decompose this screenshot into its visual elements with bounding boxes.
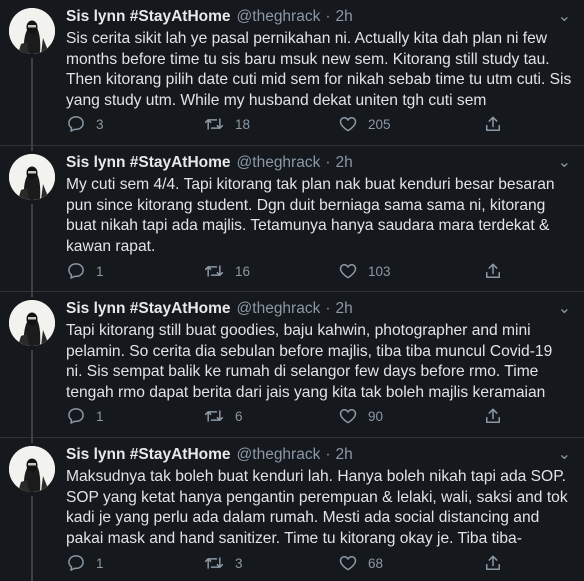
reply-button[interactable]: 1 — [66, 553, 203, 573]
reply-button[interactable]: 1 — [66, 406, 203, 426]
heart-icon — [339, 556, 357, 571]
tweet-text: My cuti sem 4/4. Tapi kitorang tak plan … — [66, 176, 555, 255]
tweet[interactable]: Sis lynn #StayAtHome @theghrack · 2h ⌄ M… — [0, 438, 584, 581]
avatar-image — [9, 8, 55, 54]
retweet-button[interactable]: 18 — [203, 114, 338, 134]
more-options-icon[interactable]: ⌄ — [558, 298, 572, 318]
avatar[interactable] — [9, 446, 55, 492]
reply-count: 1 — [96, 555, 104, 571]
comment-icon — [68, 263, 84, 279]
display-name[interactable]: Sis lynn #StayAtHome — [66, 8, 231, 26]
retweet-count: 16 — [235, 263, 251, 279]
user-handle[interactable]: @theghrack — [237, 300, 321, 318]
tweet-header: Sis lynn #StayAtHome @theghrack · 2h — [66, 298, 572, 320]
thread-line — [31, 292, 33, 297]
user-handle[interactable]: @theghrack — [237, 446, 321, 464]
heart-icon — [339, 264, 357, 279]
timestamp[interactable]: 2h — [336, 8, 353, 26]
avatar-image — [9, 300, 55, 346]
tweet-text: Maksudnya tak boleh buat kenduri lah. Ha… — [66, 468, 568, 547]
tweet[interactable]: Sis lynn #StayAtHome @theghrack · 2h ⌄ T… — [0, 292, 584, 438]
tweet[interactable]: Sis lynn #StayAtHome @theghrack · 2h ⌄ M… — [0, 146, 584, 292]
tweet-header: Sis lynn #StayAtHome @theghrack · 2h — [66, 444, 572, 466]
share-icon — [486, 408, 500, 423]
retweet-count: 18 — [235, 116, 251, 132]
share-icon — [486, 555, 500, 570]
comment-icon — [68, 408, 84, 424]
reply-count: 1 — [96, 408, 104, 424]
thread-line — [31, 496, 33, 581]
user-handle[interactable]: @theghrack — [237, 154, 321, 172]
avatar-image — [9, 446, 55, 492]
more-options-icon[interactable]: ⌄ — [558, 152, 572, 172]
like-count: 205 — [368, 116, 391, 132]
share-icon — [486, 263, 500, 278]
comment-icon — [68, 555, 84, 571]
tweet-actions: 1 16 103 — [66, 261, 572, 281]
tweet-actions: 1 3 68 — [66, 553, 572, 573]
retweet-button[interactable]: 6 — [203, 406, 338, 426]
like-button[interactable]: 103 — [338, 261, 483, 281]
retweet-icon — [204, 265, 224, 277]
like-count: 103 — [368, 263, 391, 279]
display-name[interactable]: Sis lynn #StayAtHome — [66, 154, 231, 172]
thread-line — [31, 438, 33, 443]
share-button[interactable] — [483, 553, 513, 573]
timestamp[interactable]: 2h — [336, 446, 353, 464]
display-name[interactable]: Sis lynn #StayAtHome — [66, 446, 231, 464]
reply-button[interactable]: 3 — [66, 114, 203, 134]
reply-count: 1 — [96, 263, 104, 279]
display-name[interactable]: Sis lynn #StayAtHome — [66, 300, 231, 318]
retweet-icon — [204, 118, 224, 130]
like-button[interactable]: 205 — [338, 114, 483, 134]
tweet-header: Sis lynn #StayAtHome @theghrack · 2h — [66, 152, 572, 174]
avatar[interactable] — [9, 300, 55, 346]
heart-icon — [339, 117, 357, 132]
timestamp[interactable]: 2h — [336, 154, 353, 172]
like-count: 90 — [368, 408, 384, 424]
separator-dot: · — [325, 446, 331, 463]
share-icon — [486, 116, 500, 131]
separator-dot: · — [325, 8, 331, 25]
more-options-icon[interactable]: ⌄ — [558, 6, 572, 26]
comment-icon — [68, 116, 84, 132]
retweet-icon — [204, 557, 224, 569]
like-count: 68 — [368, 555, 384, 571]
tweet[interactable]: Sis lynn #StayAtHome @theghrack · 2h ⌄ S… — [0, 0, 584, 146]
like-button[interactable]: 90 — [338, 406, 483, 426]
retweet-count: 6 — [235, 408, 243, 424]
more-options-icon[interactable]: ⌄ — [558, 444, 572, 464]
retweet-button[interactable]: 16 — [203, 261, 338, 281]
separator-dot: · — [325, 154, 331, 171]
avatar[interactable] — [9, 8, 55, 54]
thread-line — [31, 58, 33, 146]
reply-button[interactable]: 1 — [66, 261, 203, 281]
tweet-text: Tapi kitorang still buat goodies, baju k… — [66, 322, 553, 401]
separator-dot: · — [325, 300, 331, 317]
thread-line — [31, 350, 33, 438]
user-handle[interactable]: @theghrack — [237, 8, 321, 26]
retweet-icon — [204, 410, 224, 422]
heart-icon — [339, 409, 357, 424]
tweet-actions: 3 18 205 — [66, 114, 572, 134]
timestamp[interactable]: 2h — [336, 300, 353, 318]
share-button[interactable] — [483, 406, 513, 426]
retweet-button[interactable]: 3 — [203, 553, 338, 573]
share-button[interactable] — [483, 261, 513, 281]
avatar[interactable] — [9, 154, 55, 200]
thread-line — [31, 204, 33, 292]
tweet-header: Sis lynn #StayAtHome @theghrack · 2h — [66, 6, 572, 28]
tweet-text: Sis cerita sikit lah ye pasal pernikahan… — [66, 30, 572, 109]
reply-count: 3 — [96, 116, 104, 132]
avatar-image — [9, 154, 55, 200]
retweet-count: 3 — [235, 555, 243, 571]
like-button[interactable]: 68 — [338, 553, 483, 573]
share-button[interactable] — [483, 114, 513, 134]
thread-line — [31, 146, 33, 151]
tweet-actions: 1 6 90 — [66, 406, 572, 426]
